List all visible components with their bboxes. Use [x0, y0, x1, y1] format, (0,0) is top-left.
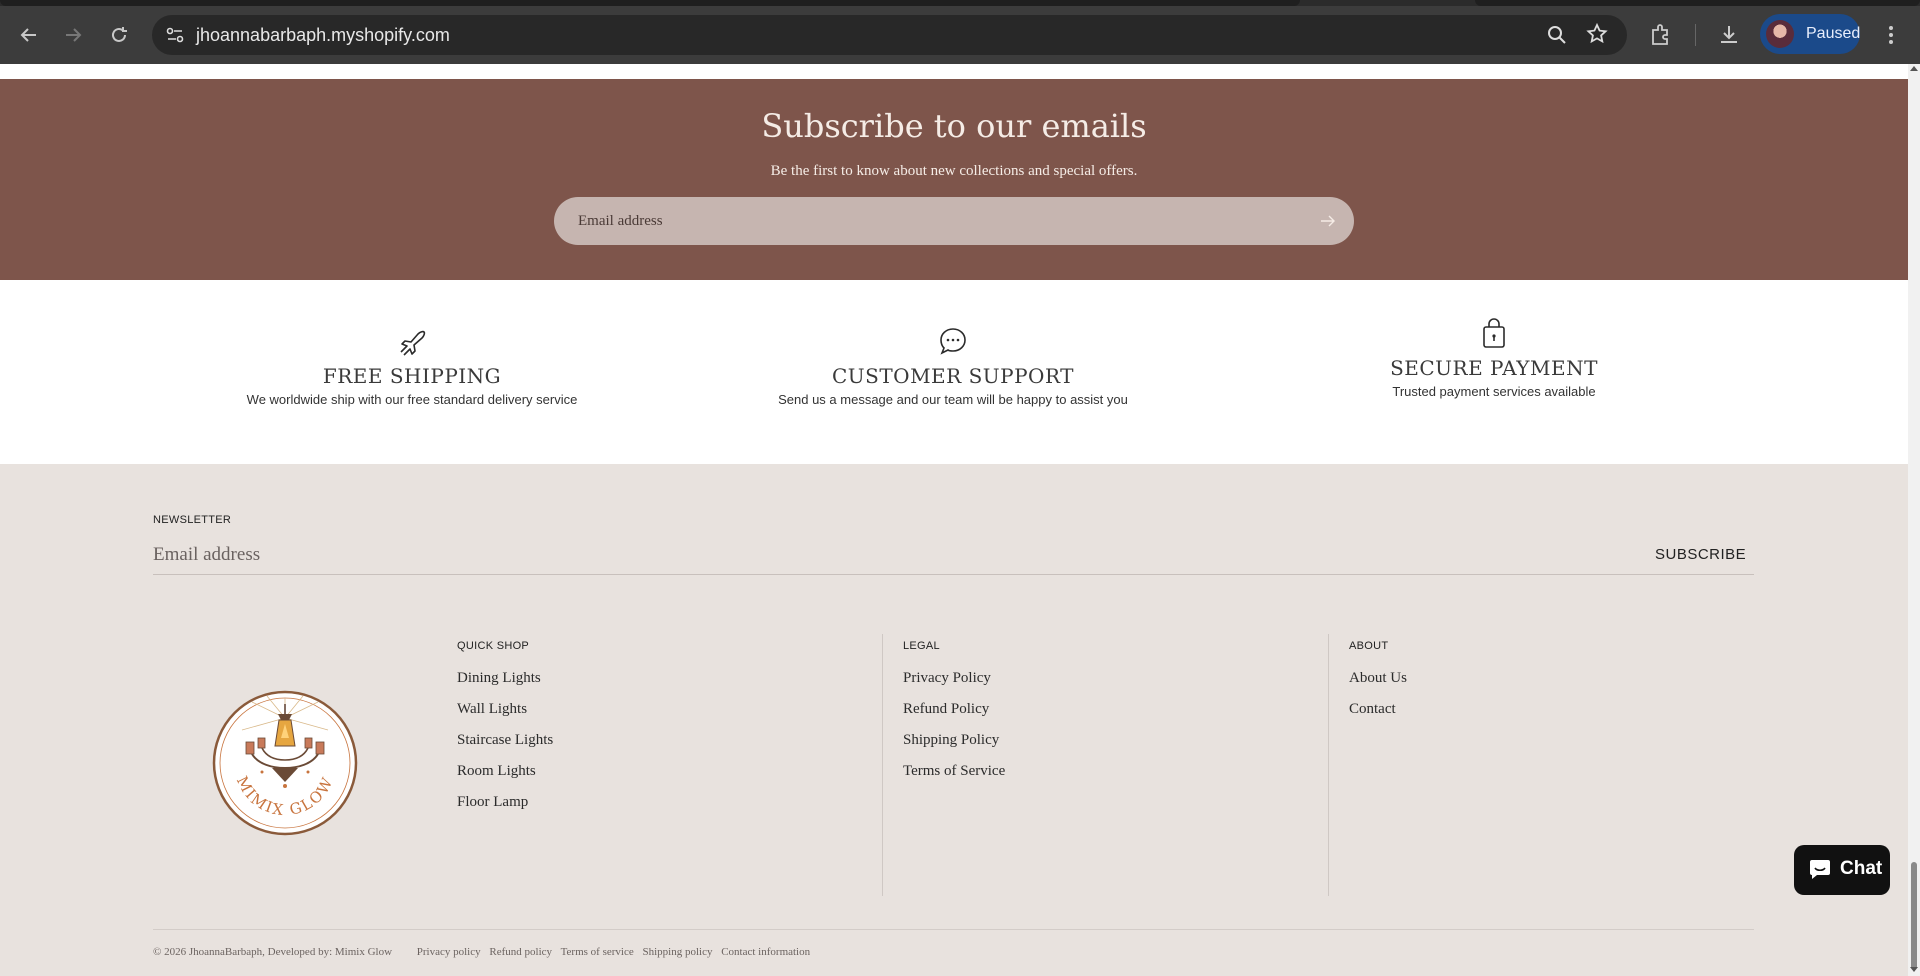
column-divider — [1328, 634, 1329, 896]
newsletter-subscribe-button[interactable]: SUBSCRIBE — [1655, 546, 1746, 563]
column-divider — [882, 634, 883, 896]
page-top-strip — [0, 64, 1908, 79]
arrow-right-icon[interactable] — [1318, 211, 1338, 231]
plane-icon — [400, 330, 426, 356]
brand-logo[interactable]: MIMIX GLOW — [212, 690, 358, 836]
footer-link[interactable]: Room Lights — [457, 763, 553, 794]
footer-link[interactable]: Wall Lights — [457, 701, 553, 732]
arrow-right-icon — [66, 28, 82, 42]
footer-link[interactable]: Staircase Lights — [457, 732, 553, 763]
subscribe-email-input[interactable] — [554, 197, 1294, 245]
footer: NEWSLETTER SUBSCRIBE MIMIX GLOW — [0, 464, 1908, 976]
feature-secure-payment: SECURE PAYMENT Trusted payment services … — [1234, 316, 1754, 399]
column-title: LEGAL — [903, 640, 940, 652]
scroll-up-icon[interactable] — [1910, 66, 1918, 71]
address-bar[interactable]: jhoannabarbaph.myshopify.com — [152, 15, 1627, 55]
legal-link-refund[interactable]: Refund policy — [489, 946, 552, 958]
legal-link-contact[interactable]: Contact information — [721, 946, 810, 958]
tab-strip — [0, 0, 1920, 6]
legal-link-shipping[interactable]: Shipping policy — [642, 946, 712, 958]
column-title: ABOUT — [1349, 640, 1389, 652]
footer-bottom-divider — [153, 929, 1754, 930]
toolbar-divider — [1695, 24, 1696, 46]
more-menu-icon[interactable] — [1878, 22, 1904, 48]
scrollbar-thumb[interactable] — [1911, 862, 1917, 970]
bookmark-star-icon[interactable] — [1585, 22, 1609, 46]
page-content: Subscribe to our emails Be the first to … — [0, 64, 1908, 976]
footer-column-legal: LEGAL Privacy Policy Refund Policy Shipp… — [903, 640, 1005, 794]
chat-icon — [1810, 860, 1830, 879]
arrow-left-icon — [20, 28, 36, 42]
feature-description: We worldwide ship with our free standard… — [246, 392, 578, 407]
footer-link[interactable]: About Us — [1349, 670, 1407, 701]
copyright-text: © 2026 JhoannaBarbaph, Developed by: Mim… — [153, 946, 393, 958]
reload-button[interactable] — [104, 20, 134, 50]
profile-button[interactable]: Paused — [1760, 14, 1860, 54]
feature-title: CUSTOMER SUPPORT — [831, 364, 1074, 388]
feature-description: Trusted payment services available — [1392, 384, 1596, 399]
email-subscribe-banner: Subscribe to our emails Be the first to … — [0, 79, 1908, 280]
url-text[interactable]: jhoannabarbaph.myshopify.com — [196, 25, 450, 46]
footer-link[interactable]: Privacy Policy — [903, 670, 1005, 701]
avatar — [1766, 20, 1794, 48]
site-settings-icon[interactable] — [164, 24, 186, 46]
feature-title: SECURE PAYMENT — [1390, 356, 1598, 380]
footer-column-quick-shop: QUICK SHOP Dining Lights Wall Lights Sta… — [457, 640, 553, 825]
legal-link-terms[interactable]: Terms of service — [561, 946, 634, 958]
subscribe-form — [554, 197, 1354, 245]
footer-link[interactable]: Shipping Policy — [903, 732, 1005, 763]
forward-button[interactable] — [58, 20, 88, 50]
extensions-icon[interactable] — [1648, 22, 1674, 48]
newsletter-underline — [153, 574, 1754, 575]
feature-customer-support: CUSTOMER SUPPORT Send us a message and o… — [693, 324, 1213, 407]
reload-icon — [112, 27, 127, 42]
profile-status: Paused — [1806, 25, 1861, 42]
feature-free-shipping: FREE SHIPPING We worldwide ship with our… — [152, 324, 672, 407]
footer-link[interactable]: Refund Policy — [903, 701, 1005, 732]
footer-link[interactable]: Terms of Service — [903, 763, 1005, 794]
secure-bag-icon — [1483, 318, 1505, 348]
subscribe-title: Subscribe to our emails — [761, 107, 1147, 145]
feature-description: Send us a message and our team will be h… — [778, 392, 1128, 407]
download-icon[interactable] — [1716, 22, 1742, 48]
page-scrollbar[interactable] — [1908, 64, 1920, 976]
back-button[interactable] — [14, 20, 44, 50]
column-title: QUICK SHOP — [457, 640, 530, 652]
footer-link[interactable]: Dining Lights — [457, 670, 553, 701]
footer-link[interactable]: Contact — [1349, 701, 1407, 732]
footer-legal-row: © 2026 JhoannaBarbaph, Developed by: Mim… — [153, 946, 816, 958]
features-section: FREE SHIPPING We worldwide ship with our… — [0, 280, 1908, 464]
footer-column-about: ABOUT About Us Contact — [1349, 640, 1407, 732]
chat-button[interactable]: Chat — [1794, 845, 1890, 895]
newsletter-label: NEWSLETTER — [153, 514, 232, 526]
zoom-icon[interactable] — [1545, 23, 1569, 47]
newsletter-email-input[interactable] — [153, 538, 1533, 572]
footer-link[interactable]: Floor Lamp — [457, 794, 553, 825]
subscribe-subtitle: Be the first to know about new collectio… — [770, 163, 1138, 179]
feature-title: FREE SHIPPING — [322, 364, 502, 388]
legal-link-privacy[interactable]: Privacy policy — [417, 946, 481, 958]
browser-toolbar: jhoannabarbaph.myshopify.com Paused — [0, 0, 1920, 64]
chat-label: Chat — [1840, 858, 1883, 879]
scroll-down-icon[interactable] — [1910, 967, 1918, 972]
chat-bubble-icon — [940, 328, 966, 355]
